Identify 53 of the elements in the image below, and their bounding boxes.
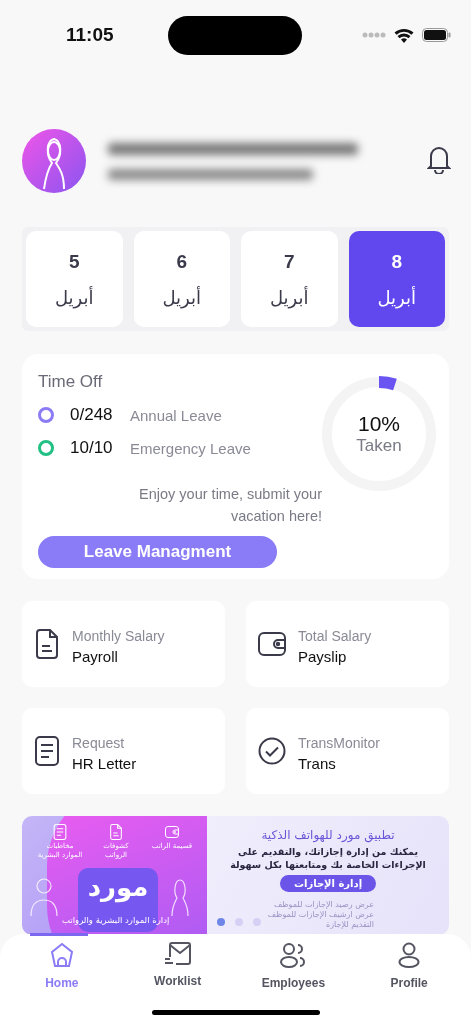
tile-label: Payslip [298, 647, 348, 665]
clock: 11:05 [66, 24, 115, 46]
taken-label: Taken [356, 436, 402, 456]
avatar[interactable] [22, 129, 86, 193]
tile-caption: Total Salary [298, 627, 372, 644]
leave-count: 0/248 [70, 405, 114, 425]
banner-title: تطبيق مورد للهواتف الذكية [261, 828, 395, 842]
card-title: Time Off [38, 372, 103, 391]
list-icon [53, 824, 67, 840]
service-tile[interactable]: Total Salary Payslip [246, 601, 449, 687]
document-icon [34, 629, 60, 659]
message-text: Enjoy your time, submit your vacation here! [138, 485, 322, 526]
tab-item[interactable]: Profile [351, 934, 467, 991]
tile-label: HR Letter [72, 754, 137, 772]
page-dot[interactable] [217, 918, 225, 926]
battery-icon [422, 28, 451, 42]
wifi-icon [394, 27, 414, 43]
list-icon [34, 736, 60, 766]
tile-caption: Monthly Salary [72, 627, 165, 644]
person-icon [398, 942, 421, 968]
person-icon [30, 876, 58, 916]
tile-caption: TransMonitor [298, 734, 380, 751]
page-dot[interactable] [253, 918, 261, 926]
tile-caption: Request [72, 734, 126, 751]
service-tile[interactable]: Monthly Salary Payroll [22, 601, 225, 687]
tab-item[interactable]: Worklist [119, 934, 236, 991]
home-icon [48, 942, 75, 968]
mail-icon [163, 942, 192, 966]
service-tile[interactable]: Request HR Letter [22, 708, 225, 794]
wallet-icon [165, 824, 179, 840]
tile-label: Trans [298, 754, 337, 772]
wallet-icon [258, 632, 286, 656]
banner-text: يمكنك من إدارة إجازاتك، والتقديم على الإجراءات الخاصة بك ومتابعتها بكل سهولة [229, 845, 427, 871]
leave-label: Annual Leave [130, 406, 222, 424]
feature-note: عرض ارشيف الإجازات للموظف [267, 910, 374, 920]
leave-label: Emergency Leave [130, 439, 251, 457]
leave-count: 10/10 [70, 438, 114, 458]
tab-indicator [30, 933, 88, 936]
page-dot[interactable] [235, 918, 243, 926]
notification-bell-icon[interactable] [427, 144, 451, 174]
progress-arc [378, 376, 397, 391]
check-circle-icon [258, 737, 286, 765]
people-icon [279, 942, 308, 968]
signal-icon [362, 32, 386, 38]
logo-caption: إدارة الموارد البشرية والرواتب [62, 915, 170, 925]
manage-leaves-button[interactable]: إدارة الإجازات [279, 875, 377, 892]
tile-label: Payroll [72, 647, 119, 665]
feature-note: عرض رصيد الإجازات للموظف [272, 900, 374, 910]
percent-text: 10% [358, 412, 400, 436]
service-tile[interactable]: TransMonitor Trans [246, 708, 449, 794]
feature-note: التقديم للإجازة [324, 920, 374, 930]
tab-item[interactable]: Employees [235, 934, 352, 991]
document-icon [109, 824, 123, 840]
